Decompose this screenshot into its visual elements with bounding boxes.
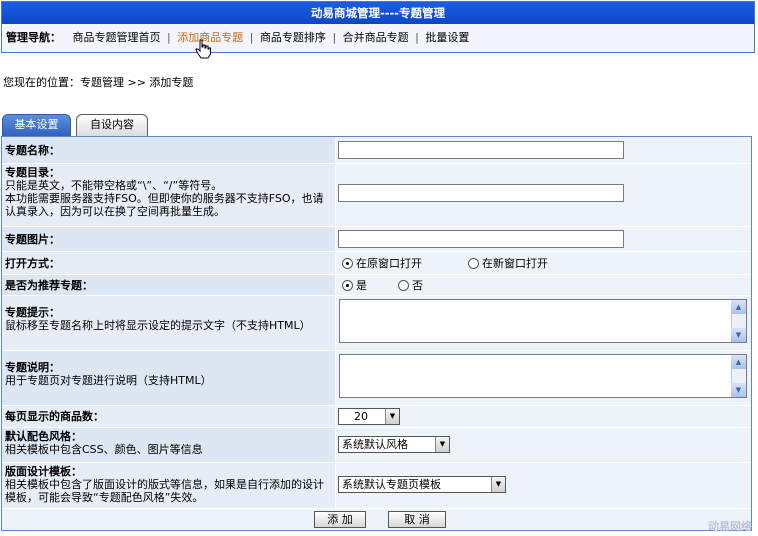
topic-image-label: 专题图片： xyxy=(2,227,335,251)
nav-separator: | xyxy=(332,31,337,44)
open-mode-label: 打开方式： xyxy=(2,252,335,274)
per-page-select[interactable]: 20 ▼ xyxy=(338,408,400,425)
topic-desc-hint: 用于专题页对专题进行说明（支持HTML） xyxy=(5,374,212,387)
tab-custom-content[interactable]: 自设内容 xyxy=(76,114,148,136)
row-topic-dir: 专题目录： 只能是英文，不能带空格或“\”、“/”等符号。 本功能需要服务器支持… xyxy=(2,164,751,226)
topic-name-input[interactable] xyxy=(338,141,624,159)
open-new-window-radio[interactable]: 在新窗口打开 xyxy=(468,252,548,274)
row-recommend: 是否为推荐专题： 是 否 xyxy=(2,275,751,295)
scroll-up-icon[interactable]: ▲ xyxy=(731,300,746,314)
nav-separator: | xyxy=(167,31,171,44)
recommend-yes-label: 是 xyxy=(356,279,367,292)
management-header: 动易商城管理----专题管理 管理导航： 商品专题管理首页 | 添加商品专题 |… xyxy=(1,1,755,53)
topic-tip-textarea[interactable]: ▲ ▼ xyxy=(339,299,747,343)
topic-image-input[interactable] xyxy=(338,230,624,248)
topic-dir-label: 专题目录： xyxy=(5,166,60,179)
topic-dir-input[interactable] xyxy=(338,184,624,202)
chevron-down-icon: ▼ xyxy=(435,437,449,452)
recommend-label: 是否为推荐专题： xyxy=(2,275,335,295)
breadcrumb: 您现在的位置：专题管理 >> 添加专题 xyxy=(3,76,194,89)
open-new-window-label: 在新窗口打开 xyxy=(482,257,548,270)
page-title: 动易商城管理----专题管理 xyxy=(2,2,754,24)
open-same-window-label: 在原窗口打开 xyxy=(356,257,422,270)
nav-separator: | xyxy=(249,31,254,44)
topic-dir-fso-hint: 本功能需要服务器支持FSO。但即使你的服务器不支持FSO，也请认真录入，因为可以… xyxy=(5,192,324,218)
row-topic-name: 专题名称： xyxy=(2,137,751,163)
open-same-window-radio[interactable]: 在原窗口打开 xyxy=(342,252,422,274)
layout-template-hint: 相关模板中包含了版面设计的版式等信息，如果是自行添加的设计模板，可能会导致“专题… xyxy=(5,478,324,504)
scroll-up-icon[interactable]: ▲ xyxy=(731,355,746,369)
chevron-down-icon: ▼ xyxy=(385,409,399,424)
recommend-no-radio[interactable]: 否 xyxy=(398,275,423,295)
row-topic-tip: 专题提示： 鼠标移至专题名称上时将显示设定的提示文字（不支持HTML） ▲ ▼ xyxy=(2,296,751,350)
nav-link-topic-home[interactable]: 商品专题管理首页 xyxy=(73,31,161,44)
watermark-logo: 动易网络 xyxy=(708,520,752,533)
color-style-select[interactable]: 系统默认风格 ▼ xyxy=(338,436,450,453)
per-page-label: 每页显示的商品数： xyxy=(2,406,335,427)
topic-dir-hint: 只能是英文，不能带空格或“\”、“/”等符号。 xyxy=(5,179,223,192)
layout-template-label: 版面设计模板： xyxy=(5,465,82,478)
management-nav: 管理导航： 商品专题管理首页 | 添加商品专题 | 商品专题排序 | 合并商品专… xyxy=(2,24,754,52)
row-per-page: 每页显示的商品数： 20 ▼ xyxy=(2,406,751,427)
scroll-down-icon[interactable]: ▼ xyxy=(731,328,746,342)
topic-tip-hint: 鼠标移至专题名称上时将显示设定的提示文字（不支持HTML） xyxy=(5,319,311,332)
nav-separator: | xyxy=(415,31,419,44)
color-style-hint: 相关模板中包含CSS、颜色、图片等信息 xyxy=(5,443,203,456)
row-open-mode: 打开方式： 在原窗口打开 在新窗口打开 xyxy=(2,252,751,274)
topic-tip-label: 专题提示： xyxy=(5,306,60,319)
layout-template-select[interactable]: 系统默认专题页模板 ▼ xyxy=(338,476,506,493)
nav-link-batch-settings[interactable]: 批量设置 xyxy=(425,31,469,44)
topic-name-label: 专题名称： xyxy=(2,137,335,163)
scroll-down-icon[interactable]: ▼ xyxy=(731,383,746,397)
add-button[interactable]: 添 加 xyxy=(314,511,366,528)
form-actions: 添 加 取 消 xyxy=(2,509,751,530)
chevron-down-icon: ▼ xyxy=(491,477,505,492)
nav-link-topic-order[interactable]: 商品专题排序 xyxy=(260,31,326,44)
topic-desc-textarea[interactable]: ▲ ▼ xyxy=(339,354,747,398)
color-style-label: 默认配色风格： xyxy=(5,430,82,443)
row-layout-template: 版面设计模板： 相关模板中包含了版面设计的版式等信息，如果是自行添加的设计模板，… xyxy=(2,463,751,508)
topic-desc-label: 专题说明： xyxy=(5,361,60,374)
cancel-button[interactable]: 取 消 xyxy=(388,511,446,528)
add-topic-form: 专题名称： 专题目录： 只能是英文，不能带空格或“\”、“/”等符号。 本功能需… xyxy=(1,136,752,531)
recommend-no-label: 否 xyxy=(412,279,423,292)
row-topic-image: 专题图片： xyxy=(2,227,751,251)
hand-cursor-icon xyxy=(195,39,211,59)
tab-basic-settings[interactable]: 基本设置 xyxy=(2,114,71,136)
row-color-style: 默认配色风格： 相关模板中包含CSS、颜色、图片等信息 系统默认风格 ▼ xyxy=(2,428,751,462)
recommend-yes-radio[interactable]: 是 xyxy=(342,275,367,295)
nav-link-merge-topic[interactable]: 合并商品专题 xyxy=(343,31,409,44)
row-topic-desc: 专题说明： 用于专题页对专题进行说明（支持HTML） ▲ ▼ xyxy=(2,351,751,405)
nav-label: 管理导航： xyxy=(6,31,61,44)
